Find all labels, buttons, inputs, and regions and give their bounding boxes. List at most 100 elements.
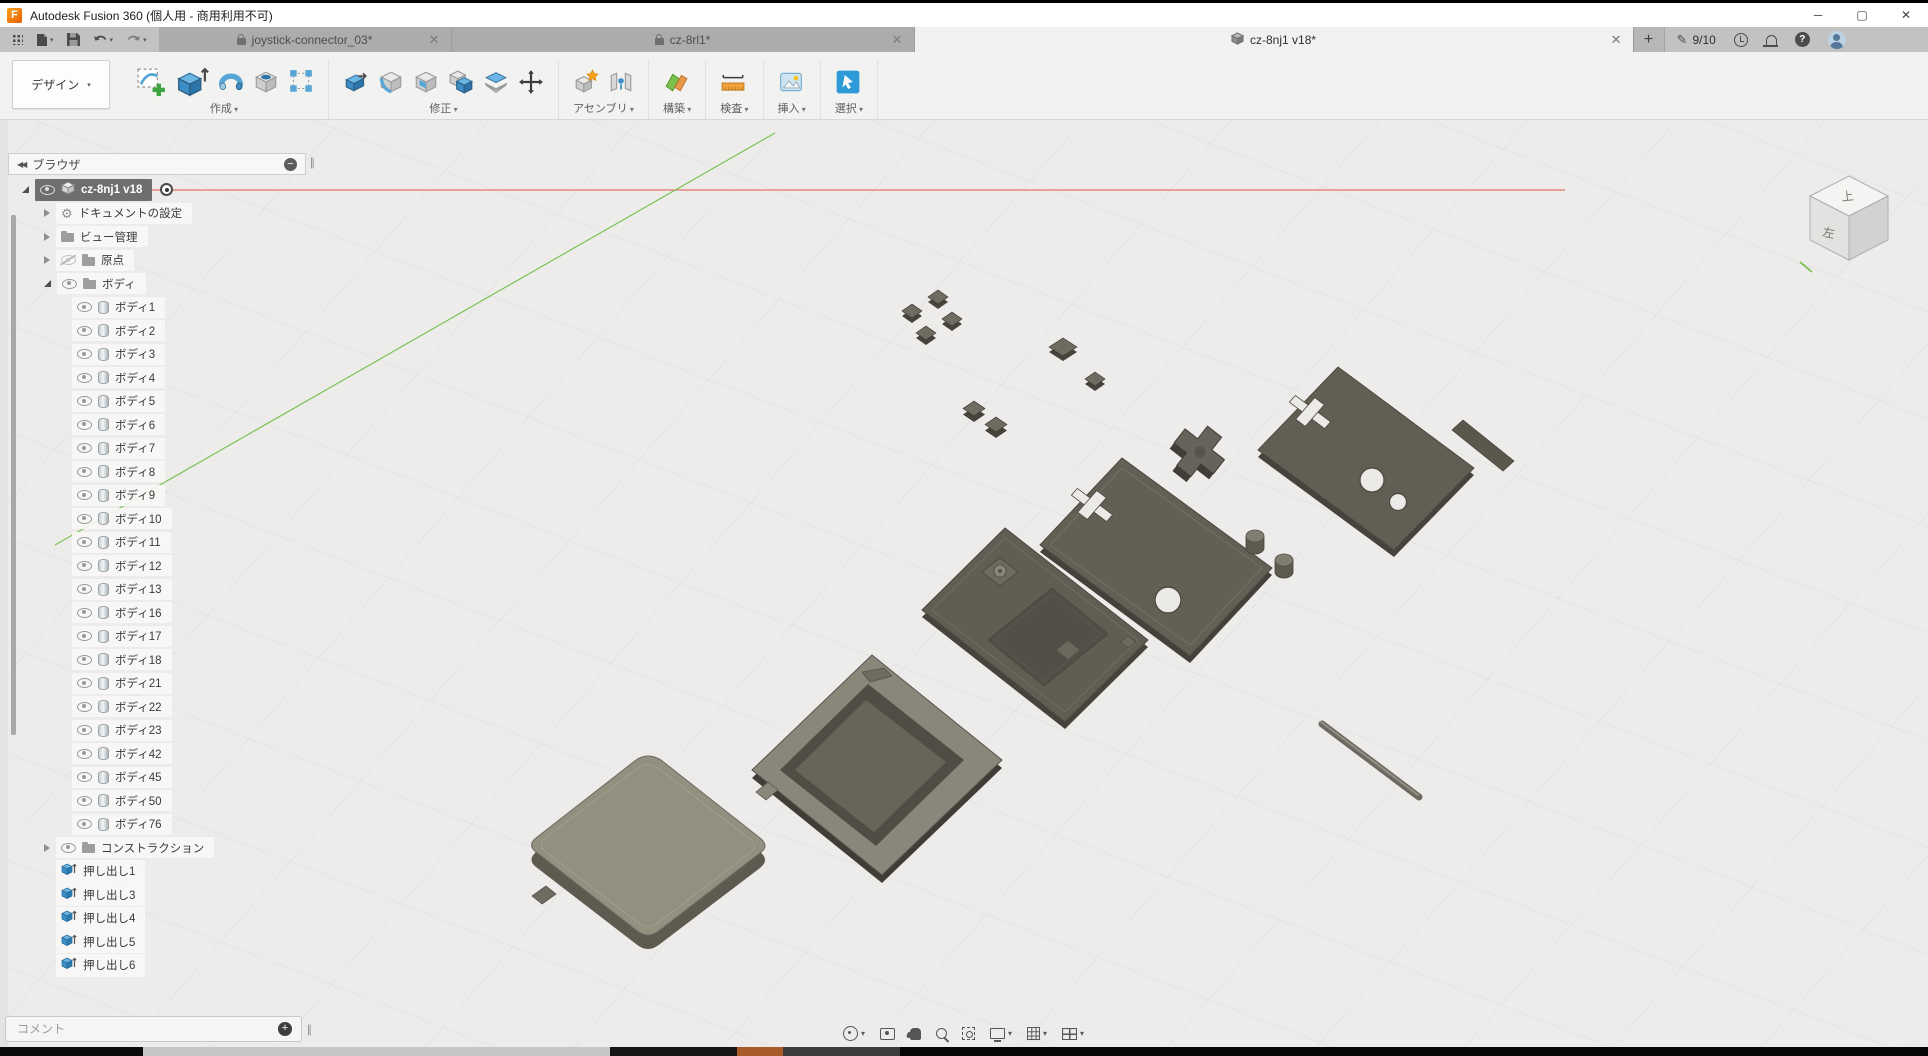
job-status[interactable]: ✎ 9/10 (1665, 27, 1728, 52)
browser-row[interactable]: ⚙ ボディ6 (8, 413, 306, 437)
disclosure-arrow-icon[interactable] (44, 844, 50, 852)
create-sketch-icon[interactable] (134, 65, 167, 98)
document-tab[interactable]: cz-8rl1* ✕ (452, 27, 915, 52)
tab-close-icon[interactable]: ✕ (429, 32, 440, 48)
group-label-insert[interactable]: 挿入 (778, 100, 806, 119)
comment-box[interactable]: + ∥ (5, 1016, 302, 1042)
browser-row[interactable]: ⚙ ボディ16 (8, 601, 306, 625)
browser-row[interactable]: ⚙ ボディ17 (8, 625, 306, 649)
browser-row[interactable]: ⚙ 押し出し5 (8, 930, 306, 954)
browser-row[interactable]: ⚙ ボディ5 (8, 390, 306, 414)
browser-row[interactable]: ⚙ ボディ18 (8, 648, 306, 672)
browser-row[interactable]: ⚙ ボディ3 (8, 343, 306, 367)
pattern-icon[interactable] (288, 69, 314, 95)
browser-row[interactable]: ⚙ ボディ42 (8, 742, 306, 766)
add-comment-icon[interactable]: + (278, 1022, 292, 1036)
visibility-eye-icon[interactable] (77, 772, 92, 782)
new-file-icon[interactable]: ▾ (36, 33, 54, 47)
joint-icon[interactable] (608, 69, 634, 95)
disclosure-arrow-icon[interactable] (22, 186, 29, 193)
redo-icon[interactable]: ▾ (126, 34, 147, 46)
browser-row[interactable]: ⚙ 押し出し3 (8, 883, 306, 907)
visibility-eye-icon[interactable] (77, 725, 92, 735)
visibility-eye-icon[interactable] (77, 655, 92, 665)
visibility-eye-icon[interactable] (77, 420, 92, 430)
press-pull-icon[interactable] (343, 69, 369, 95)
visibility-eye-icon[interactable] (61, 843, 76, 853)
close-button[interactable]: ✕ (1884, 3, 1928, 27)
browser-row[interactable]: ⚙ ボディ50 (8, 789, 306, 813)
visibility-eye-icon[interactable] (77, 349, 92, 359)
clock-icon[interactable] (1734, 33, 1748, 47)
tab-close-icon[interactable]: ✕ (1611, 32, 1622, 48)
browser-row[interactable]: ⚙ ボディ45 (8, 766, 306, 790)
browser-row[interactable]: ⚙ ボディ1 (8, 296, 306, 320)
browser-row[interactable]: ⚙ ボディ8 (8, 460, 306, 484)
visibility-eye-icon[interactable] (77, 467, 92, 477)
browser-row[interactable]: ⚙ ボディ (8, 272, 306, 296)
group-label-inspect[interactable]: 検査 (720, 100, 748, 119)
comment-resize-handle[interactable]: ∥ (307, 1023, 313, 1036)
browser-row[interactable]: ⚙ ドキュメントの設定 (8, 202, 306, 226)
nav-icon[interactable] (843, 1026, 865, 1041)
browser-row[interactable]: ⚙ ボディ21 (8, 672, 306, 696)
document-tab[interactable]: joystick-connector_03* ✕ (159, 27, 452, 52)
new-component-icon[interactable] (573, 69, 599, 95)
visibility-eye-icon[interactable] (77, 584, 92, 594)
maximize-button[interactable]: ▢ (1840, 3, 1884, 27)
undo-icon[interactable]: ▾ (93, 34, 114, 46)
browser-row[interactable]: ⚙ 押し出し4 (8, 907, 306, 931)
disclosure-arrow-icon[interactable] (44, 233, 50, 241)
visibility-eye-icon[interactable] (77, 490, 92, 500)
browser-row[interactable]: ⚙ 原点 (8, 249, 306, 273)
help-icon[interactable]: ? (1795, 32, 1810, 47)
measure-icon[interactable] (720, 69, 746, 95)
visibility-eye-icon[interactable] (77, 608, 92, 618)
browser-row[interactable]: ⚙ 押し出し6 (8, 954, 306, 978)
visibility-eye-icon[interactable] (77, 796, 92, 806)
visibility-eye-icon[interactable] (77, 631, 92, 641)
browser-row[interactable]: ⚙ ボディ10 (8, 507, 306, 531)
visibility-eye-icon[interactable] (77, 443, 92, 453)
active-component-radio[interactable] (160, 183, 173, 196)
visibility-eye-icon[interactable] (77, 819, 92, 829)
insert-image-icon[interactable] (778, 69, 804, 95)
browser-row[interactable]: ⚙ 押し出し1 (8, 860, 306, 884)
visibility-eye-icon[interactable] (77, 326, 92, 336)
visibility-eye-icon[interactable] (62, 279, 77, 289)
minimize-button[interactable]: ─ (1796, 3, 1840, 27)
visibility-eye-icon[interactable] (40, 185, 55, 195)
visibility-eye-icon[interactable] (77, 396, 92, 406)
chamfer-icon[interactable] (413, 69, 439, 95)
nav-icon[interactable] (990, 1028, 1012, 1039)
save-icon[interactable] (67, 33, 80, 46)
browser-row[interactable]: ⚙ ボディ4 (8, 366, 306, 390)
browser-row[interactable]: ⚙ ボディ23 (8, 719, 306, 743)
visibility-eye-icon[interactable] (77, 678, 92, 688)
nav-icon[interactable] (936, 1028, 947, 1039)
bell-icon[interactable] (1766, 35, 1777, 45)
shell-icon[interactable] (483, 69, 509, 95)
nav-icon[interactable] (1062, 1028, 1084, 1040)
visibility-eye-icon[interactable] (77, 749, 92, 759)
group-label-assemble[interactable]: アセンブリ (573, 100, 634, 119)
move-icon[interactable] (518, 69, 544, 95)
collapse-panel-icon[interactable]: ◀◀ (17, 160, 25, 169)
nav-icon[interactable] (880, 1028, 895, 1040)
tab-close-icon[interactable]: ✕ (892, 32, 903, 48)
avatar[interactable] (1828, 31, 1846, 49)
visibility-eye-icon[interactable] (61, 255, 76, 265)
browser-row[interactable]: ⚙ ボディ11 (8, 531, 306, 555)
hole-icon[interactable] (253, 69, 279, 95)
disclosure-arrow-icon[interactable] (44, 280, 51, 287)
browser-row[interactable]: ⚙ ボディ7 (8, 437, 306, 461)
select-icon[interactable] (835, 69, 861, 95)
group-label-select[interactable]: 選択 (835, 100, 863, 119)
browser-header[interactable]: ◀◀ ブラウザ − ∥ (8, 153, 306, 175)
browser-row[interactable]: ⚙ cz-8nj1 v18 (8, 178, 306, 202)
construction-plane-icon[interactable] (663, 69, 689, 95)
nav-icon[interactable] (1027, 1027, 1047, 1040)
browser-scrollbar[interactable] (11, 215, 16, 735)
browser-row[interactable]: ⚙ ボディ76 (8, 813, 306, 837)
browser-row[interactable]: ⚙ ボディ2 (8, 319, 306, 343)
